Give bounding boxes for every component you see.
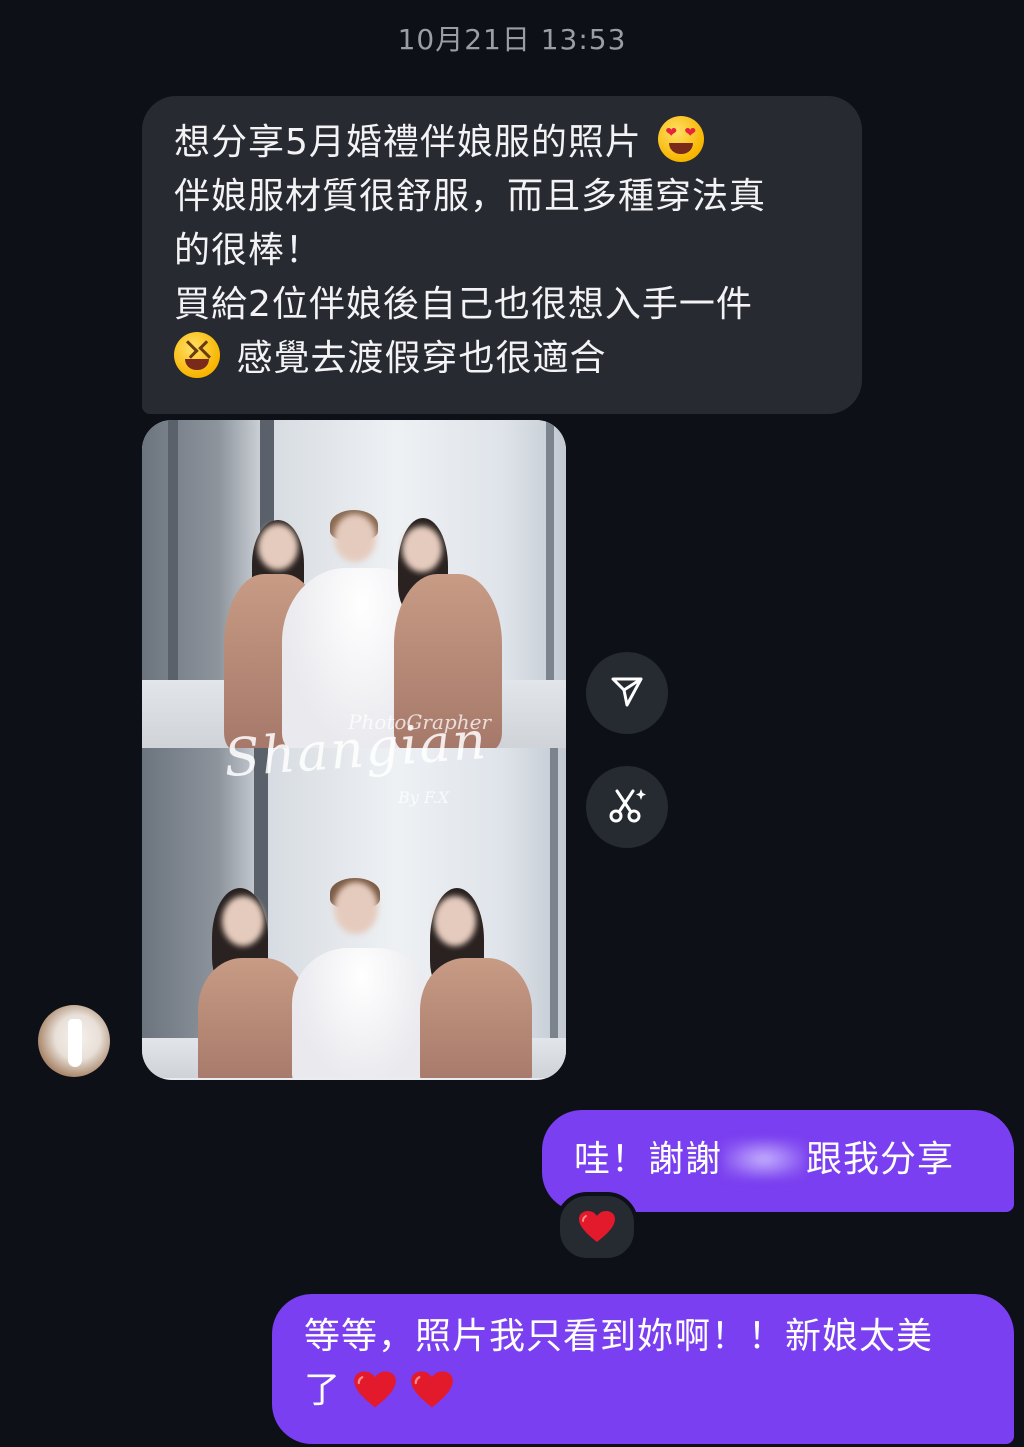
send-icon xyxy=(607,671,647,715)
mouth-icon xyxy=(669,143,694,154)
watermark-text: By F.X xyxy=(398,788,449,807)
message-line: 想分享5月婚禮伴娘服的照片 ❤ ❤ xyxy=(174,116,834,170)
message-line: 感覺去渡假穿也很適合 xyxy=(174,332,834,386)
message-text: 感覺去渡假穿也很適合 xyxy=(236,338,607,379)
share-button[interactable] xyxy=(586,652,668,734)
heart-eyes-emoji: ❤ ❤ xyxy=(658,116,705,162)
sender-avatar[interactable] xyxy=(38,1005,110,1077)
message-line: 伴娘服材質很舒服，而且多種穿法真 xyxy=(174,176,767,217)
heart-icon: ❤ xyxy=(665,125,679,141)
red-heart-emoji xyxy=(353,1370,409,1411)
scissors-sparkle-icon xyxy=(605,783,649,831)
message-text: 哇！謝謝 xyxy=(574,1139,723,1180)
edit-image-button[interactable] xyxy=(586,766,668,848)
squint-eye-icon xyxy=(198,340,217,359)
squint-eye-icon xyxy=(180,340,199,359)
message-line: 等等，照片我只看到妳啊！！新娘太美 xyxy=(304,1316,934,1357)
blurred-name xyxy=(722,1139,807,1179)
message-line: 了 xyxy=(304,1364,994,1418)
message-text: 想分享5月婚禮伴娘服的照片 xyxy=(174,122,642,163)
message-line: 的很棒！ xyxy=(174,230,323,271)
message-text: 跟我分享 xyxy=(806,1139,955,1180)
message-line: 買給2位伴娘後自己也很想入手一件 xyxy=(174,284,753,325)
red-heart-emoji xyxy=(578,1210,616,1244)
photo-bottom-half xyxy=(142,748,566,1078)
shared-photo[interactable]: PhotoGrapher Shangian By F.X xyxy=(142,420,566,1080)
incoming-message-bubble[interactable]: 想分享5月婚禮伴娘服的照片 ❤ ❤ 伴娘服材質很舒服，而且多種穿法真 的很棒！ … xyxy=(142,96,862,414)
red-heart-emoji xyxy=(410,1370,454,1411)
heart-icon: ❤ xyxy=(684,125,698,141)
message-text: 了 xyxy=(304,1370,342,1411)
avatar-figure xyxy=(68,1019,82,1067)
chat-screen: 10月21日 13:53 想分享5月婚禮伴娘服的照片 ❤ ❤ 伴娘服材質很舒服，… xyxy=(0,0,1024,1447)
grinning-squint-emoji xyxy=(174,332,220,378)
outgoing-message-bubble[interactable]: 等等，照片我只看到妳啊！！新娘太美 了 xyxy=(272,1294,1014,1444)
photo-top-half: PhotoGrapher xyxy=(142,420,566,750)
window-frame xyxy=(550,748,558,1078)
message-reaction[interactable] xyxy=(556,1192,638,1262)
message-timestamp: 10月21日 13:53 xyxy=(397,23,627,56)
mouth-icon xyxy=(185,359,209,370)
